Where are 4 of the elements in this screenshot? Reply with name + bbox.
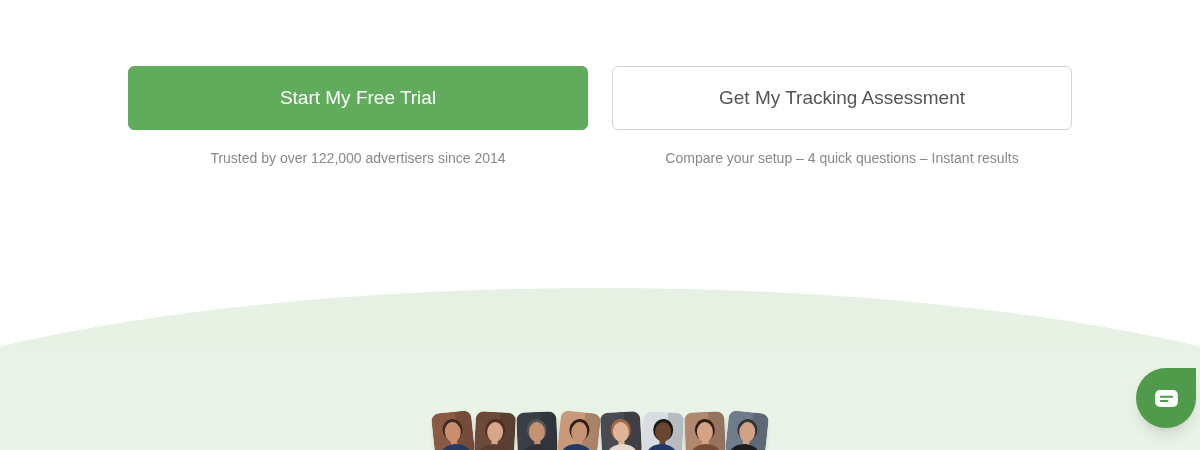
button-caption: Trusted by over 122,000 advertisers since 2014 xyxy=(210,149,506,168)
chat-icon xyxy=(1154,389,1178,407)
assessment-button[interactable]: Get My Tracking Assessment xyxy=(612,66,1072,130)
button-caption: Compare your setup – 4 quick questions – Instant results xyxy=(665,149,1019,168)
